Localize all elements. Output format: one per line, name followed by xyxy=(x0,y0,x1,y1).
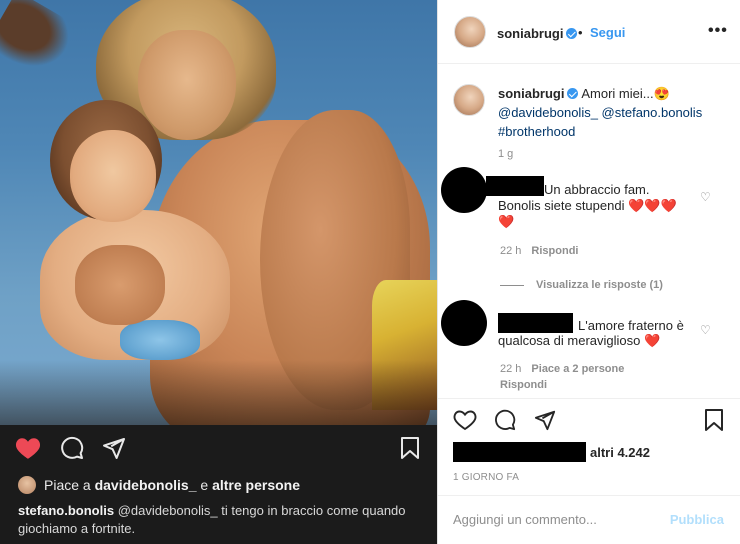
caption-hashtag[interactable]: #brotherhood xyxy=(498,124,575,139)
redacted-username xyxy=(498,313,573,333)
comment-text-last: ❤️ xyxy=(498,214,515,229)
action-bar xyxy=(438,398,740,440)
redacted-liker xyxy=(453,442,586,462)
photo-hand xyxy=(75,245,165,325)
left-action-bar xyxy=(0,425,437,470)
header-user: soniabrugi xyxy=(497,25,578,43)
likes-count[interactable]: altri 4.242 xyxy=(590,445,650,460)
follow-button[interactable]: Segui xyxy=(590,25,625,40)
caption-user[interactable]: stefano.bonolis xyxy=(18,503,114,518)
left-caption: stefano.bonolis @davidebonolis_ ti tengo… xyxy=(18,502,423,538)
reply-button[interactable]: Rispondi xyxy=(531,245,578,257)
photo-shade xyxy=(0,360,437,425)
replies-line xyxy=(500,284,524,286)
comment-text-cont: qualcosa di meraviglioso ❤️ xyxy=(498,333,661,348)
redacted-username xyxy=(486,176,544,196)
verified-icon xyxy=(566,28,578,39)
heart-filled-icon[interactable] xyxy=(14,435,42,461)
photo-branch xyxy=(0,0,87,92)
caption-body: Amori miei...😍 xyxy=(581,86,670,101)
comment-icon[interactable] xyxy=(492,407,518,433)
share-icon[interactable] xyxy=(100,435,128,461)
caption-mentions[interactable]: @davidebonolis_ @stefano.bonolis xyxy=(498,105,702,120)
left-likes-row: Piace a davidebonolis_ e altre persone xyxy=(18,474,300,496)
reply-button[interactable]: Rispondi xyxy=(500,379,547,391)
view-replies-button[interactable]: Visualizza le risposte (1) xyxy=(500,279,663,291)
likes-mid: e xyxy=(200,477,209,493)
comment-like-icon[interactable]: ♡ xyxy=(700,323,711,337)
bookmark-icon[interactable] xyxy=(397,435,423,461)
post-caption: soniabrugi Amori miei...😍 @davidebonolis… xyxy=(498,84,728,141)
liker-avatar xyxy=(18,476,36,494)
more-options-icon[interactable]: ••• xyxy=(708,22,728,40)
comment-avatar[interactable] xyxy=(441,167,487,213)
left-panel: Piace a davidebonolis_ e altre persone s… xyxy=(0,0,437,544)
dot-separator: • xyxy=(578,25,583,40)
comment-text: L'amore fraterno è xyxy=(578,318,684,333)
verified-icon xyxy=(567,88,579,99)
bookmark-icon[interactable] xyxy=(701,407,727,433)
comment-likes[interactable]: Piace a 2 persone xyxy=(531,363,624,375)
likes-rest[interactable]: altre persone xyxy=(212,477,300,493)
comment-meta: 22 h Rispondi xyxy=(500,245,579,257)
comment-input[interactable]: Aggiungi un commento... xyxy=(453,512,597,527)
likes-user[interactable]: davidebonolis_ xyxy=(95,477,197,493)
share-icon[interactable] xyxy=(532,407,558,433)
comment-icon[interactable] xyxy=(58,435,86,461)
photo-teen-face xyxy=(138,30,236,140)
caption-username[interactable]: soniabrugi xyxy=(498,86,564,101)
right-panel: soniabrugi • Segui ••• soniabrugi Amori … xyxy=(437,0,740,544)
heart-icon[interactable] xyxy=(452,407,478,433)
comment-avatar[interactable] xyxy=(441,300,487,346)
header-username[interactable]: soniabrugi xyxy=(497,26,563,41)
comment-meta: 22 h Piace a 2 persone xyxy=(500,363,625,375)
caption-time: 1 g xyxy=(498,148,514,160)
photo-baby-face xyxy=(70,130,156,222)
likes-prefix: Piace a xyxy=(44,477,91,493)
photo-baby-diaper xyxy=(120,320,200,360)
publish-button[interactable]: Pubblica xyxy=(670,512,724,527)
post-header: soniabrugi • Segui ••• xyxy=(438,0,740,64)
caption-avatar[interactable] xyxy=(453,84,485,116)
comment-text: Un abbraccio fam. xyxy=(544,182,650,197)
comment-text-cont: Bonolis siete stupendi ❤️❤️❤️ xyxy=(498,198,677,213)
avatar[interactable] xyxy=(454,16,486,48)
comment-like-icon[interactable]: ♡ xyxy=(700,190,711,204)
post-photo[interactable] xyxy=(0,0,437,425)
comment-composer: Aggiungi un commento... Pubblica xyxy=(438,495,740,544)
post-date: 1 GIORNO FA xyxy=(453,472,520,483)
